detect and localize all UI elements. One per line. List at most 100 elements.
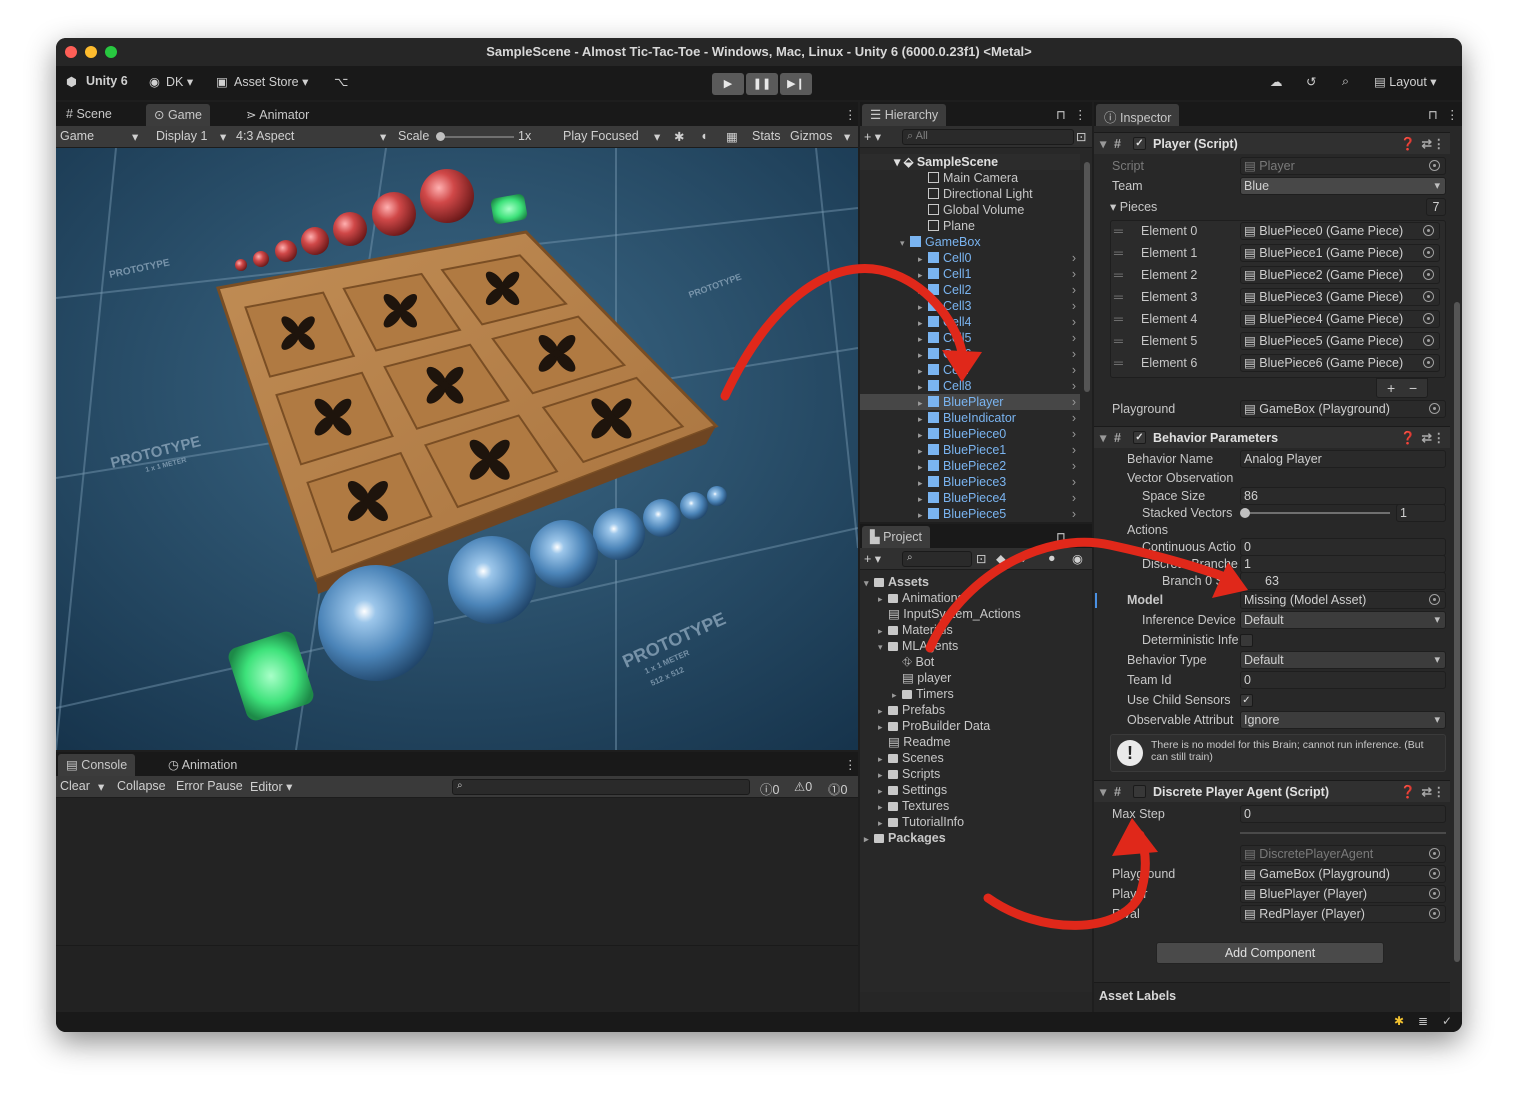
expand-arrow-icon[interactable]: ▾ <box>900 235 910 251</box>
expand-arrow-icon[interactable]: ▸ <box>878 815 888 831</box>
behavior-name-field[interactable]: Analog Player <box>1240 450 1446 468</box>
project-item[interactable]: ▤ InputSystem_Actions <box>860 606 1080 622</box>
project-item[interactable]: ▾ Assets <box>860 574 1080 590</box>
expand-arrow-icon[interactable]: ▸ <box>918 331 928 347</box>
chevron-right-icon[interactable]: › <box>1072 314 1076 330</box>
pieces-row[interactable]: ▾ Pieces 7 <box>1094 198 1450 217</box>
clear-chevron-icon[interactable]: ▾ <box>98 779 104 794</box>
asset-store-dropdown[interactable]: Asset Store ▾ <box>234 74 308 89</box>
element-field[interactable]: ▤ BluePiece2 (Game Piece) <box>1240 266 1440 284</box>
chevron-right-icon[interactable]: › <box>1072 442 1076 458</box>
expand-arrow-icon[interactable]: ▸ <box>918 347 928 363</box>
component-menu-icon[interactable]: ⋮ <box>1433 133 1446 155</box>
hierarchy-item[interactable]: ▸ BluePiece0 › <box>860 426 1080 442</box>
hierarchy-item[interactable]: Directional Light <box>860 186 1080 202</box>
drag-handle-icon[interactable]: ═ <box>1114 310 1123 329</box>
error-pause-button[interactable]: Error Pause <box>176 779 243 793</box>
display-dropdown[interactable]: Display 1 <box>156 129 207 143</box>
target-icon[interactable] <box>1423 335 1434 346</box>
agent-enabled-checkbox[interactable] <box>1133 785 1146 798</box>
presets-icon[interactable]: ⇄ <box>1422 427 1432 449</box>
expand-arrow-icon[interactable]: ▸ <box>878 703 888 719</box>
hierarchy-item[interactable]: Global Volume <box>860 202 1080 218</box>
tab-inspector[interactable]: ⓘ Inspector <box>1096 104 1180 126</box>
element-field[interactable]: ▤ BluePiece4 (Game Piece) <box>1240 310 1440 328</box>
expand-arrow-icon[interactable]: ▸ <box>918 507 928 523</box>
unity-menu-button[interactable]: Unity 6 <box>86 74 128 88</box>
drag-handle-icon[interactable]: ═ <box>1114 222 1123 241</box>
expand-arrow-icon[interactable]: ▸ <box>878 623 888 639</box>
max-step-field[interactable]: 0 <box>1240 805 1446 823</box>
hierarchy-item[interactable]: ▸ Cell1 › <box>860 266 1080 282</box>
game-view[interactable]: PROTOTYPE PROTOTYPE 1 x 1 METER PROTOTYP… <box>56 148 858 750</box>
remove-element-button[interactable]: − <box>1409 379 1417 397</box>
error-count[interactable]: ⓵0 <box>828 779 847 798</box>
playground-field[interactable]: ▤ GameBox (Playground) <box>1240 400 1446 418</box>
audio-icon[interactable]: ◖ <box>700 129 708 143</box>
section-collapse-icon[interactable]: ▾ <box>1100 427 1106 449</box>
expand-arrow-icon[interactable]: ▸ <box>878 799 888 815</box>
hierarchy-item[interactable]: ▸ BluePiece5 › <box>860 506 1080 522</box>
warning-count[interactable]: ⚠0 <box>794 779 812 794</box>
status-check-icon[interactable]: ✓ <box>1442 1014 1452 1028</box>
team-dropdown[interactable]: Blue <box>1240 177 1446 195</box>
hierarchy-item[interactable]: ▸ BluePiece3 › <box>860 474 1080 490</box>
branch-size-field[interactable]: 63 <box>1240 572 1446 590</box>
expand-arrow-icon[interactable]: ▸ <box>864 831 874 847</box>
project-item[interactable]: ▸ ProBuilder Data <box>860 718 1080 734</box>
expand-arrow-icon[interactable]: ▾ <box>864 575 874 591</box>
tab-hierarchy[interactable]: ☰ Hierarchy <box>862 104 947 126</box>
hierarchy-item[interactable]: ▸ BlueIndicator › <box>860 410 1080 426</box>
target-icon[interactable] <box>1423 269 1434 280</box>
team-id-field[interactable]: 0 <box>1240 671 1446 689</box>
chevron-right-icon[interactable]: › <box>1072 362 1076 378</box>
scale-slider[interactable] <box>438 136 514 138</box>
project-item[interactable]: ▸ Scenes <box>860 750 1080 766</box>
stacked-vectors-field[interactable]: 1 <box>1396 504 1446 522</box>
expand-arrow-icon[interactable]: ▸ <box>878 751 888 767</box>
expand-arrow-icon[interactable]: ▸ <box>918 427 928 443</box>
search-by-type-icon[interactable]: ⊡ <box>976 551 986 566</box>
version-control-icon[interactable]: ⌥ <box>334 74 348 89</box>
expand-arrow-icon[interactable]: ▸ <box>918 299 928 315</box>
expand-arrow-icon[interactable]: ▸ <box>878 719 888 735</box>
stacked-vectors-slider-handle[interactable] <box>1240 508 1250 518</box>
hierarchy-item[interactable]: ▸ BluePlayer › <box>860 394 1080 410</box>
scale-slider-handle[interactable] <box>436 132 445 141</box>
add-object-button[interactable]: + ▾ <box>864 129 881 144</box>
search-filter-icon[interactable]: ⊡ <box>1076 129 1086 144</box>
project-item[interactable]: ⛗ Bot <box>860 654 1080 670</box>
scene-row[interactable]: ▾ ⬙ SampleScene <box>860 154 1080 170</box>
history-icon[interactable]: ↺ <box>1306 74 1316 89</box>
drag-handle-icon[interactable]: ═ <box>1114 266 1123 285</box>
editor-dropdown[interactable]: Editor ▾ <box>250 779 292 794</box>
hierarchy-item[interactable]: ▸ Cell0 › <box>860 250 1080 266</box>
hidden-packages-icon[interactable]: ● <box>1048 551 1056 565</box>
search-icon[interactable]: ⌕ <box>1342 74 1349 89</box>
stacked-vectors-slider[interactable] <box>1244 512 1390 514</box>
chevron-right-icon[interactable]: › <box>1072 266 1076 282</box>
search-by-label-icon[interactable]: ◆ <box>996 551 1006 566</box>
use-child-sensors-checkbox[interactable]: ✓ <box>1240 694 1253 707</box>
tab-scene[interactable]: # Scene <box>58 104 120 126</box>
help-icon[interactable]: ❓ <box>1400 781 1416 803</box>
observable-attribute-dropdown[interactable]: Ignore <box>1240 711 1446 729</box>
chevron-right-icon[interactable]: › <box>1072 426 1076 442</box>
project-item[interactable]: ▸ Timers <box>860 686 1080 702</box>
hierarchy-item[interactable]: ▸ Cell5 › <box>860 330 1080 346</box>
layout-dropdown[interactable]: ▤ Layout ▾ <box>1374 74 1437 89</box>
chevron-right-icon[interactable]: › <box>1072 394 1076 410</box>
project-item[interactable]: ▤ Readme <box>860 734 1080 750</box>
hierarchy-item[interactable]: ▸ Cell7 › <box>860 362 1080 378</box>
account-dropdown[interactable]: DK ▾ <box>166 74 193 89</box>
expand-arrow-icon[interactable]: ▸ <box>878 591 888 607</box>
inference-device-dropdown[interactable]: Default <box>1240 611 1446 629</box>
element-field[interactable]: ▤ BluePiece6 (Game Piece) <box>1240 354 1440 372</box>
visibility-icon[interactable]: ◉ <box>1072 551 1083 566</box>
chevron-right-icon[interactable]: › <box>1072 298 1076 314</box>
add-component-button[interactable]: Add Component <box>1156 942 1384 964</box>
expand-arrow-icon[interactable]: ▸ <box>918 251 928 267</box>
pieces-foldout[interactable]: ▾ Pieces <box>1110 198 1157 217</box>
gizmos-chevron-icon[interactable]: ▾ <box>844 129 850 144</box>
expand-arrow-icon[interactable]: ▸ <box>918 475 928 491</box>
